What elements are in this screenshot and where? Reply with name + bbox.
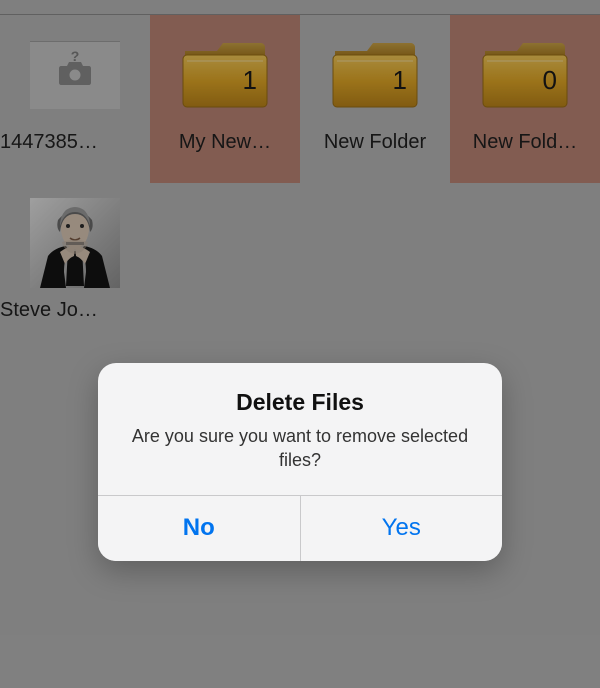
delete-confirm-dialog: Delete Files Are you sure you want to re… [98,363,502,561]
modal-backdrop [0,0,600,688]
dialog-message: Are you sure you want to remove selected… [120,424,480,473]
no-button[interactable]: No [98,496,300,561]
dialog-button-row: No Yes [98,495,502,561]
yes-button[interactable]: Yes [300,496,503,561]
dialog-title: Delete Files [120,389,480,416]
